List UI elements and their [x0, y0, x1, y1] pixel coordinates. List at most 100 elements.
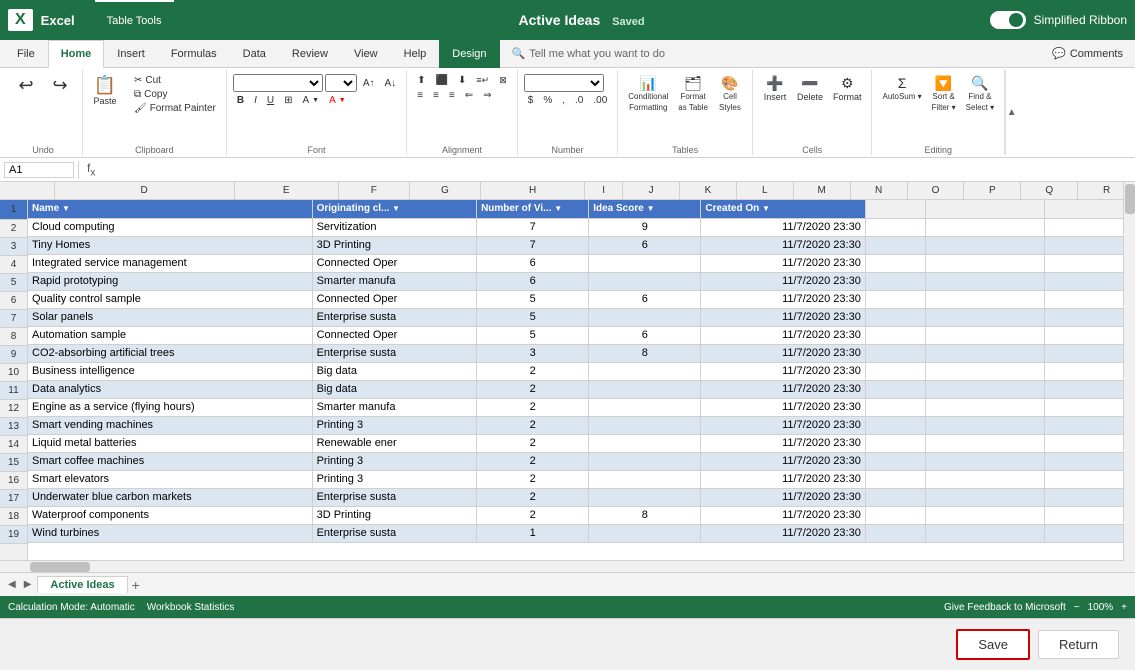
table-row[interactable]: Tiny Homes 3D Printing 7 6 11/7/2020 23:…: [28, 236, 1135, 254]
cell-votes-2[interactable]: 7: [477, 218, 589, 236]
tab-view[interactable]: View: [341, 40, 391, 68]
header-name[interactable]: Name ▼: [28, 200, 312, 218]
cell-votes-9[interactable]: 3: [477, 344, 589, 362]
table-row[interactable]: Waterproof components 3D Printing 2 8 11…: [28, 506, 1135, 524]
align-right-button[interactable]: ≡: [445, 89, 459, 102]
align-bottom-button[interactable]: ⬇: [454, 74, 470, 87]
cell-date-2[interactable]: 11/7/2020 23:30: [701, 218, 865, 236]
fx-label[interactable]: fx: [83, 161, 99, 178]
table-row[interactable]: Wind turbines Enterprise susta 1 11/7/20…: [28, 524, 1135, 542]
header-createdon[interactable]: Created On ▼: [701, 200, 865, 218]
cell-origin-5[interactable]: Smarter manufa: [312, 272, 476, 290]
table-row[interactable]: Smart coffee machines Printing 3 2 11/7/…: [28, 452, 1135, 470]
cell-votes-13[interactable]: 2: [477, 416, 589, 434]
cell-origin-11[interactable]: Big data: [312, 380, 476, 398]
sort-filter-button[interactable]: 🔽 Sort & Filter ▾: [928, 74, 960, 114]
cell-score-9[interactable]: 8: [589, 344, 701, 362]
cell-date-9[interactable]: 11/7/2020 23:30: [701, 344, 865, 362]
table-row[interactable]: Smart elevators Printing 3 2 11/7/2020 2…: [28, 470, 1135, 488]
format-as-table-button[interactable]: 🗂 Format as Table: [674, 74, 712, 114]
align-middle-button[interactable]: ⬛: [432, 74, 452, 87]
cell-name-9[interactable]: CO2-absorbing artificial trees: [28, 344, 312, 362]
cell-score-13[interactable]: [589, 416, 701, 434]
table-row[interactable]: Solar panels Enterprise susta 5 11/7/202…: [28, 308, 1135, 326]
cell-name-8[interactable]: Automation sample: [28, 326, 312, 344]
cell-score-12[interactable]: [589, 398, 701, 416]
cell-score-10[interactable]: [589, 362, 701, 380]
cell-origin-18[interactable]: 3D Printing: [312, 506, 476, 524]
tab-formulas[interactable]: Formulas: [158, 40, 230, 68]
number-format-select[interactable]: [524, 74, 604, 92]
table-row[interactable]: Cloud computing Servitization 7 9 11/7/2…: [28, 218, 1135, 236]
cell-score-14[interactable]: [589, 434, 701, 452]
horizontal-scrollbar[interactable]: [28, 561, 1135, 572]
font-family-select[interactable]: [233, 74, 323, 92]
cell-score-7[interactable]: [589, 308, 701, 326]
cell-origin-15[interactable]: Printing 3: [312, 452, 476, 470]
format-cells-button[interactable]: ⚙ Format: [829, 74, 866, 104]
cell-date-5[interactable]: 11/7/2020 23:30: [701, 272, 865, 290]
save-button[interactable]: Save: [956, 629, 1030, 660]
cell-name-6[interactable]: Quality control sample: [28, 290, 312, 308]
wrap-text-button[interactable]: ≡↵: [472, 74, 493, 87]
cell-date-10[interactable]: 11/7/2020 23:30: [701, 362, 865, 380]
cell-score-16[interactable]: [589, 470, 701, 488]
cell-origin-7[interactable]: Enterprise susta: [312, 308, 476, 326]
cell-date-18[interactable]: 11/7/2020 23:30: [701, 506, 865, 524]
ribbon-collapse-button[interactable]: ▲: [1005, 70, 1017, 155]
cell-origin-4[interactable]: Connected Oper: [312, 254, 476, 272]
cell-name-10[interactable]: Business intelligence: [28, 362, 312, 380]
cell-name-4[interactable]: Integrated service management: [28, 254, 312, 272]
cell-name-15[interactable]: Smart coffee machines: [28, 452, 312, 470]
tab-file[interactable]: File: [4, 40, 48, 68]
merge-center-button[interactable]: ⊠: [495, 74, 511, 87]
font-size-select[interactable]: [325, 74, 357, 92]
table-row[interactable]: Business intelligence Big data 2 11/7/20…: [28, 362, 1135, 380]
cell-votes-7[interactable]: 5: [477, 308, 589, 326]
table-row[interactable]: Automation sample Connected Oper 5 6 11/…: [28, 326, 1135, 344]
align-left-button[interactable]: ≡: [413, 89, 427, 102]
decrease-decimal-button[interactable]: .00: [589, 94, 611, 107]
align-center-button[interactable]: ≡: [429, 89, 443, 102]
cell-origin-3[interactable]: 3D Printing: [312, 236, 476, 254]
undo-button[interactable]: ↩: [10, 74, 42, 96]
cell-name-12[interactable]: Engine as a service (flying hours): [28, 398, 312, 416]
feedback-label[interactable]: Give Feedback to Microsoft: [944, 602, 1066, 613]
align-top-button[interactable]: ⬆: [413, 74, 429, 87]
cell-date-17[interactable]: 11/7/2020 23:30: [701, 488, 865, 506]
cell-score-5[interactable]: [589, 272, 701, 290]
autosum-button[interactable]: Σ AutoSum ▾: [878, 74, 925, 103]
cell-votes-11[interactable]: 2: [477, 380, 589, 398]
table-row[interactable]: Smart vending machines Printing 3 2 11/7…: [28, 416, 1135, 434]
tab-data[interactable]: Data: [230, 40, 279, 68]
sheet-tab-active-ideas[interactable]: Active Ideas: [37, 576, 127, 593]
table-row[interactable]: Quality control sample Connected Oper 5 …: [28, 290, 1135, 308]
tab-review[interactable]: Review: [279, 40, 341, 68]
table-row[interactable]: Engine as a service (flying hours) Smart…: [28, 398, 1135, 416]
copy-button[interactable]: ⧉ Copy: [130, 88, 220, 101]
table-row[interactable]: CO2-absorbing artificial trees Enterpris…: [28, 344, 1135, 362]
cut-button[interactable]: ✂ Cut: [130, 74, 220, 87]
cell-date-11[interactable]: 11/7/2020 23:30: [701, 380, 865, 398]
cell-votes-16[interactable]: 2: [477, 470, 589, 488]
cell-origin-2[interactable]: Servitization: [312, 218, 476, 236]
decrease-indent-button[interactable]: ⇐: [461, 89, 477, 102]
add-sheet-button[interactable]: +: [132, 577, 140, 593]
cell-date-19[interactable]: 11/7/2020 23:30: [701, 524, 865, 542]
simplified-ribbon-toggle[interactable]: [990, 11, 1026, 29]
cell-votes-4[interactable]: 6: [477, 254, 589, 272]
cell-votes-12[interactable]: 2: [477, 398, 589, 416]
cell-origin-13[interactable]: Printing 3: [312, 416, 476, 434]
return-button[interactable]: Return: [1038, 630, 1119, 659]
tab-help[interactable]: Help: [391, 40, 440, 68]
cell-votes-10[interactable]: 2: [477, 362, 589, 380]
cell-name-5[interactable]: Rapid prototyping: [28, 272, 312, 290]
header-numvotes[interactable]: Number of Vi... ▼: [477, 200, 589, 218]
cell-votes-5[interactable]: 6: [477, 272, 589, 290]
tab-home[interactable]: Home: [48, 40, 105, 68]
cell-name-3[interactable]: Tiny Homes: [28, 236, 312, 254]
border-button[interactable]: ⊞: [280, 94, 296, 107]
cell-name-18[interactable]: Waterproof components: [28, 506, 312, 524]
currency-button[interactable]: $: [524, 94, 538, 107]
table-row[interactable]: Rapid prototyping Smarter manufa 6 11/7/…: [28, 272, 1135, 290]
